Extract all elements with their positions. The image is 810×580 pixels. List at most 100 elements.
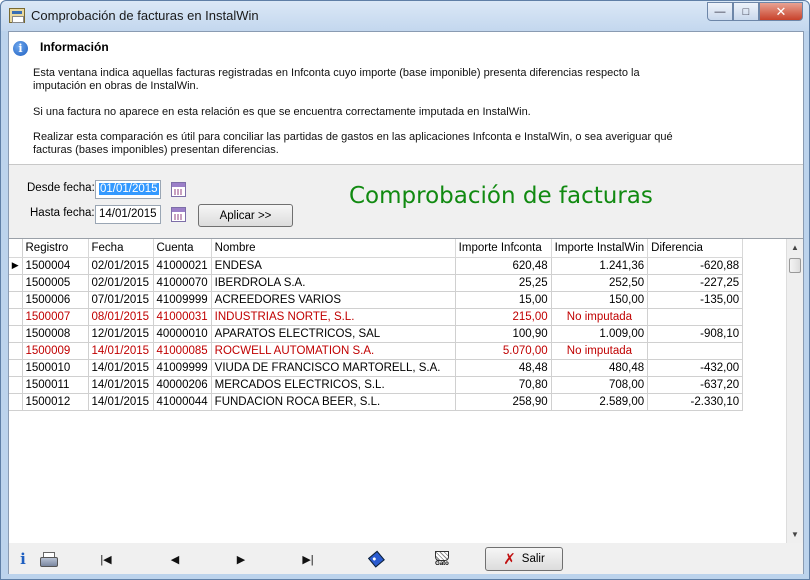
cell-fecha[interactable]: 14/01/2015 <box>88 393 154 411</box>
cell-importe-infconta[interactable]: 5.070,00 <box>455 342 552 360</box>
cell-cuenta[interactable]: 40000010 <box>153 325 212 343</box>
cell-importe-instalwin[interactable]: 1.241,36 <box>551 257 649 275</box>
cell-nombre[interactable]: ACREEDORES VARIOS <box>211 291 456 309</box>
cell-diferencia[interactable]: -432,00 <box>647 359 744 377</box>
table-row[interactable]: 1500011 14/01/2015 40000206 MERCADOS ELECTR… <box>9 376 744 394</box>
minimize-button[interactable]: — <box>707 2 733 21</box>
cell-importe-instalwin[interactable]: 2.589,00 <box>551 393 649 411</box>
column-header-registro[interactable]: Registro <box>22 239 89 258</box>
cell-registro[interactable]: 1500010 <box>22 359 89 377</box>
exit-button[interactable]: ✗ Salir <box>485 547 563 571</box>
cell-cuenta[interactable]: 40000206 <box>153 376 212 394</box>
cell-cuenta[interactable]: 41009999 <box>153 359 212 377</box>
cell-diferencia[interactable]: -637,20 <box>647 376 744 394</box>
cell-cuenta[interactable]: 41000044 <box>153 393 212 411</box>
cell-importe-infconta[interactable]: 215,00 <box>455 308 552 326</box>
cell-importe-infconta[interactable]: 15,00 <box>455 291 552 309</box>
cell-fecha[interactable]: 14/01/2015 <box>88 342 154 360</box>
table-row[interactable]: 1500009 14/01/2015 41000085 ROCWELL AUTOMAT… <box>9 342 744 360</box>
column-header-nombre[interactable]: Nombre <box>211 239 456 258</box>
scroll-up-arrow-icon[interactable]: ▲ <box>787 239 803 256</box>
cell-cuenta[interactable]: 41009999 <box>153 291 212 309</box>
cell-nombre[interactable]: ROCWELL AUTOMATION S.A. <box>211 342 456 360</box>
from-calendar-icon[interactable] <box>171 182 186 197</box>
cell-importe-instalwin[interactable]: No imputada <box>551 308 649 326</box>
cell-importe-instalwin[interactable]: 708,00 <box>551 376 649 394</box>
cell-importe-instalwin[interactable]: 150,00 <box>551 291 649 309</box>
cell-cuenta[interactable]: 41000070 <box>153 274 212 292</box>
print-button[interactable] <box>38 549 58 569</box>
column-header-importe-infconta[interactable]: Importe Infconta <box>455 239 552 258</box>
table-row[interactable]: ▶ 1500004 02/01/2015 41000021 ENDESA 620,48 1.… <box>9 257 744 275</box>
from-date-input[interactable]: 01/01/2015 <box>95 180 161 199</box>
column-header-diferencia[interactable]: Diferencia <box>647 239 744 258</box>
close-button[interactable]: ✕ <box>759 2 803 21</box>
column-header-fecha[interactable]: Fecha <box>88 239 154 258</box>
cell-diferencia[interactable] <box>647 308 744 326</box>
table-row[interactable]: 1500006 07/01/2015 41009999 ACREEDORES VARI… <box>9 291 744 309</box>
cell-diferencia[interactable] <box>647 342 744 360</box>
scroll-thumb[interactable] <box>789 258 801 273</box>
cell-importe-instalwin[interactable]: 480,48 <box>551 359 649 377</box>
cell-nombre[interactable]: MERCADOS ELECTRICOS, S.L. <box>211 376 456 394</box>
cell-registro[interactable]: 1500006 <box>22 291 89 309</box>
table-row[interactable]: 1500005 02/01/2015 41000070 IBERDROLA S.A. 2… <box>9 274 744 292</box>
cell-diferencia[interactable]: -2.330,10 <box>647 393 744 411</box>
cell-diferencia[interactable]: -227,25 <box>647 274 744 292</box>
cell-cuenta[interactable]: 41000021 <box>153 257 212 275</box>
cell-fecha[interactable]: 02/01/2015 <box>88 274 154 292</box>
cell-fecha[interactable]: 08/01/2015 <box>88 308 154 326</box>
cell-importe-infconta[interactable]: 258,90 <box>455 393 552 411</box>
info-button[interactable]: i <box>15 549 31 569</box>
to-date-input[interactable]: 14/01/2015 <box>95 205 161 224</box>
cell-registro[interactable]: 1500012 <box>22 393 89 411</box>
table-row[interactable]: 1500010 14/01/2015 41009999 VIUDA DE FRANCI… <box>9 359 744 377</box>
cell-nombre[interactable]: VIUDA DE FRANCISCO MARTORELL, S.A. <box>211 359 456 377</box>
cell-fecha[interactable]: 12/01/2015 <box>88 325 154 343</box>
cell-importe-infconta[interactable]: 70,80 <box>455 376 552 394</box>
scroll-down-arrow-icon[interactable]: ▼ <box>787 526 803 543</box>
cell-nombre[interactable]: APARATOS ELECTRICOS, SAL <box>211 325 456 343</box>
next-record-button[interactable]: ▶ <box>233 549 249 569</box>
column-header-cuenta[interactable]: Cuenta <box>153 239 212 258</box>
table-row[interactable]: 1500007 08/01/2015 41000031 INDUSTRIAS NORT… <box>9 308 744 326</box>
cell-registro[interactable]: 1500008 <box>22 325 89 343</box>
cell-registro[interactable]: 1500007 <box>22 308 89 326</box>
column-header-importe-instalwin[interactable]: Importe InstalWin <box>551 239 649 258</box>
first-record-button[interactable]: |◀ <box>98 549 114 569</box>
cell-registro[interactable]: 1500005 <box>22 274 89 292</box>
cell-importe-instalwin[interactable]: 252,50 <box>551 274 649 292</box>
last-record-button[interactable]: ▶| <box>300 549 316 569</box>
cell-nombre[interactable]: IBERDROLA S.A. <box>211 274 456 292</box>
apply-button[interactable]: Aplicar >> <box>198 204 293 227</box>
cell-nombre[interactable]: INDUSTRIAS NORTE, S.L. <box>211 308 456 326</box>
maximize-button[interactable]: □ <box>733 2 759 21</box>
table-row[interactable]: 1500012 14/01/2015 41000044 FUNDACION ROCA … <box>9 393 744 411</box>
cell-nombre[interactable]: ENDESA <box>211 257 456 275</box>
cell-registro[interactable]: 1500011 <box>22 376 89 394</box>
cell-importe-instalwin[interactable]: 1.009,00 <box>551 325 649 343</box>
previous-record-button[interactable]: ◀ <box>167 549 183 569</box>
cell-importe-instalwin[interactable]: No imputada <box>551 342 649 360</box>
cell-nombre[interactable]: FUNDACION ROCA BEER, S.L. <box>211 393 456 411</box>
cell-registro[interactable]: 1500004 <box>22 257 89 275</box>
cell-diferencia[interactable]: -620,88 <box>647 257 744 275</box>
cell-importe-infconta[interactable]: 48,48 <box>455 359 552 377</box>
table-row[interactable]: 1500008 12/01/2015 40000010 APARATOS ELECTR… <box>9 325 744 343</box>
gato-button[interactable]: Gato <box>431 549 453 569</box>
cell-fecha[interactable]: 07/01/2015 <box>88 291 154 309</box>
cell-diferencia[interactable]: -908,10 <box>647 325 744 343</box>
cell-diferencia[interactable]: -135,00 <box>647 291 744 309</box>
cell-cuenta[interactable]: 41000085 <box>153 342 212 360</box>
title-bar[interactable]: Comprobación de facturas en InstalWin — … <box>1 1 809 31</box>
cell-fecha[interactable]: 14/01/2015 <box>88 376 154 394</box>
cell-fecha[interactable]: 14/01/2015 <box>88 359 154 377</box>
vertical-scrollbar[interactable]: ▲ ▼ <box>786 239 803 543</box>
cell-importe-infconta[interactable]: 25,25 <box>455 274 552 292</box>
cell-cuenta[interactable]: 41000031 <box>153 308 212 326</box>
tag-button[interactable] <box>367 549 383 569</box>
cell-registro[interactable]: 1500009 <box>22 342 89 360</box>
cell-fecha[interactable]: 02/01/2015 <box>88 257 154 275</box>
cell-importe-infconta[interactable]: 620,48 <box>455 257 552 275</box>
cell-importe-infconta[interactable]: 100,90 <box>455 325 552 343</box>
